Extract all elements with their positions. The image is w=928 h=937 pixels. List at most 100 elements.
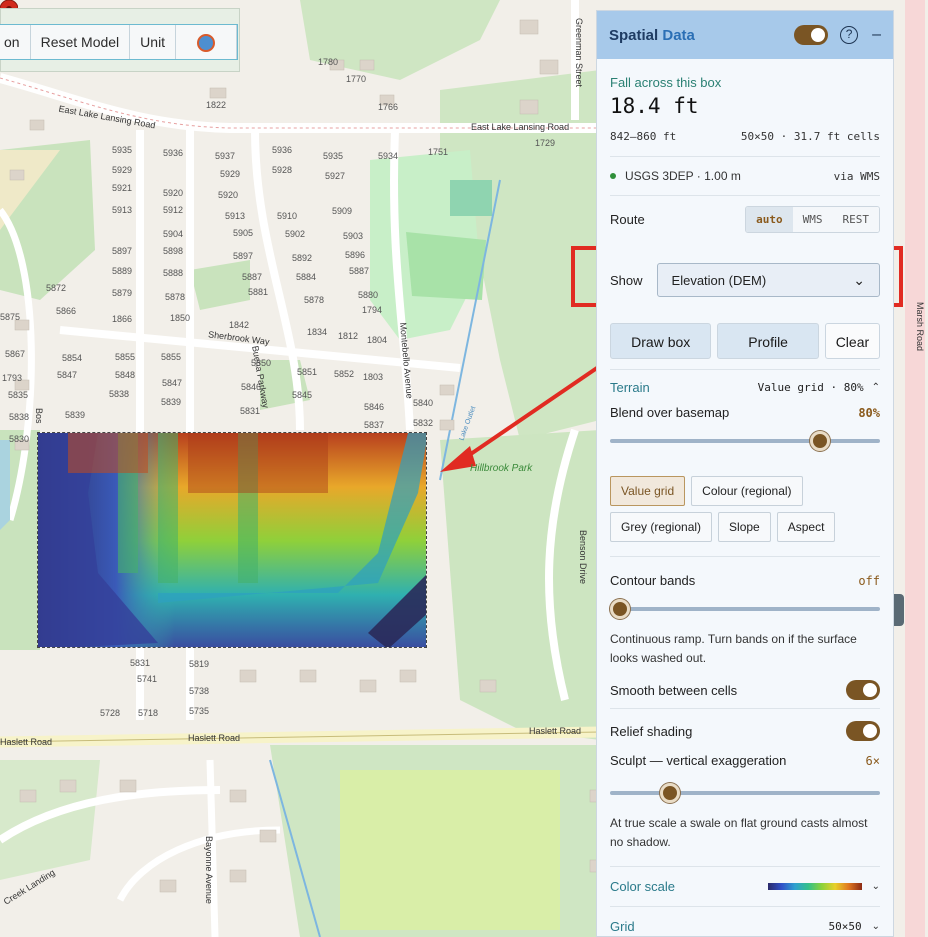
status-dot-icon: [610, 173, 616, 179]
house-number: 1729: [535, 138, 556, 148]
color-scale-gradient: [767, 883, 862, 890]
dem-heatmap: [38, 433, 426, 647]
house-number: 5830: [9, 434, 30, 444]
mode-chip-value-grid[interactable]: Value grid: [610, 476, 686, 506]
blend-label: Blend over basemap: [610, 405, 730, 420]
house-number: 5735: [189, 706, 210, 716]
panel-title: Spatial Data: [609, 27, 794, 44]
panel-enable-toggle[interactable]: [794, 25, 829, 45]
clear-button[interactable]: Clear: [824, 323, 880, 359]
house-number: 5903: [343, 231, 364, 241]
house-number: 1866: [112, 314, 133, 324]
route-label: Route: [610, 212, 645, 227]
house-number: 5889: [112, 266, 133, 276]
house-number: 5845: [292, 390, 313, 400]
toolbar-button-partial[interactable]: on: [0, 25, 31, 59]
route-option-wms[interactable]: WMS: [792, 207, 833, 232]
sculpt-note: At true scale a swale on flat ground cas…: [610, 816, 868, 849]
house-number: 5936: [163, 148, 184, 158]
house-number: 5904: [163, 229, 184, 239]
house-number: 5847: [57, 370, 78, 380]
unit-button[interactable]: Unit: [130, 25, 177, 59]
help-icon[interactable]: ?: [840, 26, 859, 44]
color-scale-row[interactable]: Color scale ⌄: [597, 867, 893, 906]
route-option-rest[interactable]: REST: [832, 207, 879, 232]
road-label: Haslett Road: [529, 726, 582, 736]
house-number: 5902: [285, 229, 306, 239]
slider-track: [610, 607, 880, 611]
chevron-up-icon: ⌃: [871, 382, 880, 393]
panel-title-prefix: Spatial: [609, 26, 659, 44]
blend-slider[interactable]: [610, 430, 880, 452]
reset-model-button[interactable]: Reset Model: [30, 25, 131, 59]
house-number: 5878: [165, 292, 186, 302]
house-number: 5936: [272, 145, 293, 155]
scroll-handle[interactable]: [894, 594, 904, 626]
spatial-data-panel: Spatial Data ? – Fall across this box 18…: [596, 10, 894, 937]
road-label: Greenman Street: [574, 18, 584, 88]
contour-slider[interactable]: [610, 598, 880, 620]
fall-value: 18.4 ft: [610, 94, 699, 118]
house-number: 5851: [297, 367, 318, 377]
house-number: 5881: [248, 287, 269, 297]
profile-button[interactable]: Profile: [717, 323, 819, 359]
house-number: 5835: [8, 390, 29, 400]
house-number: 5897: [112, 246, 133, 256]
house-number: 5866: [56, 306, 77, 316]
contour-label: Contour bands: [610, 573, 696, 588]
sculpt-row: Sculpt — vertical exaggeration 6×: [597, 749, 893, 772]
sculpt-slider[interactable]: [610, 782, 880, 804]
mode-chip-aspect[interactable]: Aspect: [776, 512, 836, 542]
house-number: 5872: [46, 283, 67, 293]
house-number: 5831: [130, 658, 151, 668]
slider-track: [610, 791, 880, 795]
house-number: 5929: [112, 165, 133, 175]
minimize-icon[interactable]: –: [872, 26, 881, 44]
help-button[interactable]: [176, 25, 238, 59]
route-option-auto[interactable]: auto: [746, 207, 793, 232]
house-number: 5897: [233, 251, 254, 261]
road-label: Haslett Road: [0, 737, 53, 747]
dem-overlay[interactable]: [37, 432, 427, 648]
house-number: 1804: [367, 335, 388, 345]
grid-label: Grid: [610, 919, 635, 934]
toolbar-button-group: on Reset Model Unit: [0, 24, 239, 60]
chevron-down-icon: ⌄: [871, 881, 880, 892]
house-number: 1812: [338, 331, 359, 341]
chevron-down-icon: ⌄: [871, 921, 880, 932]
mode-chip-colour-regional[interactable]: Colour (regional): [691, 476, 803, 506]
house-number: 1822: [206, 100, 227, 110]
fall-label: Fall across this box: [610, 75, 722, 90]
slider-handle[interactable]: [660, 783, 680, 803]
house-number: 5867: [5, 349, 26, 359]
relief-toggle[interactable]: [846, 721, 880, 741]
road-label: Benson Drive: [578, 530, 588, 585]
slider-handle[interactable]: [610, 599, 630, 619]
house-number: 5934: [378, 151, 399, 161]
house-number: 1780: [318, 57, 339, 67]
house-number: 1766: [378, 102, 399, 112]
mode-chip-grey-regional[interactable]: Grey (regional): [610, 512, 713, 542]
house-number: 5888: [163, 268, 184, 278]
road-label: Bos: [34, 408, 44, 424]
house-number: 5935: [112, 145, 133, 155]
road-label: Marsh Road: [915, 302, 925, 352]
draw-box-button[interactable]: Draw box: [610, 323, 712, 359]
terrain-header[interactable]: Terrain Value grid · 80% ⌃: [597, 370, 893, 401]
house-number: 5927: [325, 171, 346, 181]
house-number: 5855: [161, 352, 182, 362]
house-number: 5839: [65, 410, 86, 420]
grid-row[interactable]: Grid 50×50 ⌄: [597, 907, 893, 936]
show-select-value: Elevation (DEM): [671, 272, 767, 288]
render-mode-chips: Value grid Colour (regional) Grey (regio…: [597, 466, 893, 548]
house-number: 5848: [115, 370, 136, 380]
route-row: Route auto WMS REST: [597, 196, 893, 243]
source-row: USGS 3DEP · 1.00 m via WMS: [597, 157, 893, 195]
show-select[interactable]: Elevation (DEM) ⌄: [656, 263, 880, 297]
panel-title-accent: Data: [662, 26, 695, 44]
smooth-toggle[interactable]: [846, 680, 880, 700]
panel-header: Spatial Data ? –: [597, 11, 893, 59]
mode-chip-slope[interactable]: Slope: [718, 512, 771, 542]
slider-handle[interactable]: [810, 431, 830, 451]
house-number: 5935: [323, 151, 344, 161]
